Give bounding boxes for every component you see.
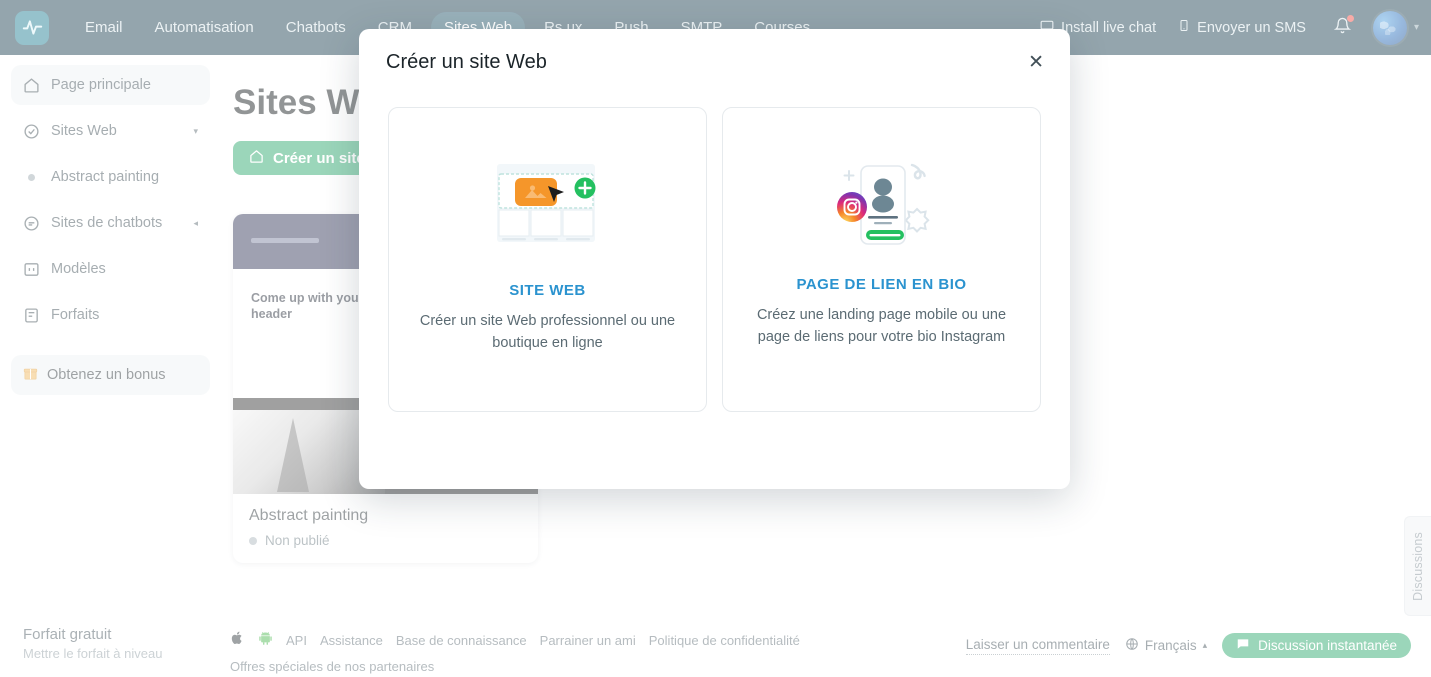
app-root: Email Automatisation Chatbots CRM Sites … — [0, 0, 1431, 677]
option-card-site-web[interactable]: SITE WEB Créer un site Web professionnel… — [388, 107, 707, 412]
modal-body: SITE WEB Créer un site Web professionnel… — [359, 95, 1070, 412]
option-desc-bio-link: Créez une landing page mobile ou une pag… — [756, 307, 1007, 345]
create-website-modal: Créer un site Web ✕ SITE WEB Créer un si… — [359, 29, 1070, 489]
close-icon[interactable]: ✕ — [1028, 53, 1044, 72]
option-desc-site-web: Créer un site Web professionnel ou une b… — [419, 313, 676, 351]
bio-link-page-illustration — [819, 148, 944, 260]
option-title-bio-link: PAGE DE LIEN EN BIO — [796, 276, 967, 293]
website-builder-illustration — [485, 148, 610, 260]
option-title-site-web: SITE WEB — [509, 282, 586, 299]
modal-title: Créer un site Web — [386, 50, 547, 73]
modal-header: Créer un site Web ✕ — [359, 29, 1070, 95]
option-card-bio-link[interactable]: PAGE DE LIEN EN BIO Créez une landing pa… — [722, 107, 1041, 412]
